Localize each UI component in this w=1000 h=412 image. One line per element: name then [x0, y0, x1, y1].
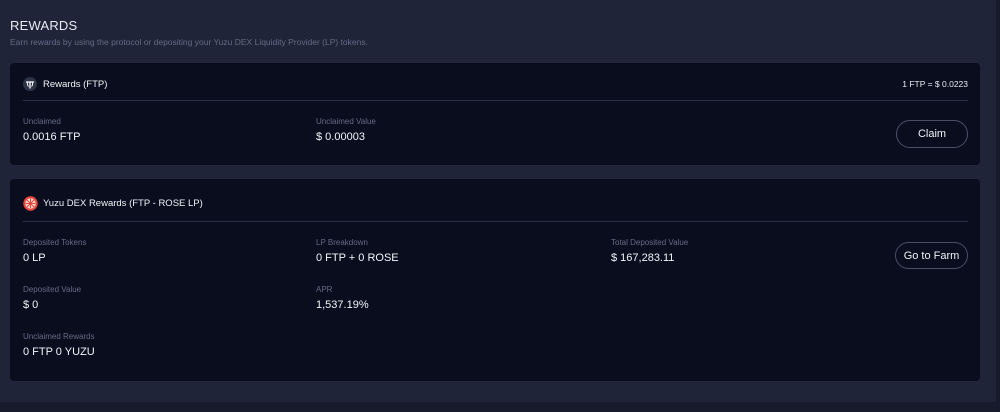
apr-field: APR 1,537.19% [316, 285, 369, 311]
total-deposited-label: Total Deposited Value [611, 238, 689, 247]
yuzu-rewards-header: Yuzu DEX Rewards (FTP - ROSE LP) [23, 179, 968, 222]
unclaimed-value-field: Unclaimed Value $ 0.00003 [316, 117, 376, 143]
right-edge [996, 0, 1000, 412]
lp-breakdown-value: 0 FTP + 0 ROSE [316, 252, 399, 264]
unclaimed-value-amount: $ 0.00003 [316, 131, 365, 143]
deposited-tokens-field: Deposited Tokens 0 LP [23, 238, 86, 264]
unclaimed-rewards-label: Unclaimed Rewards [23, 332, 95, 341]
yuzu-rewards-title: Yuzu DEX Rewards (FTP - ROSE LP) [43, 198, 203, 209]
claim-button[interactable]: Claim [896, 120, 968, 148]
apr-value: 1,537.19% [316, 299, 369, 311]
ftp-token-icon [23, 77, 37, 91]
total-deposited-field: Total Deposited Value $ 167,283.11 [611, 238, 688, 264]
deposited-tokens-value: 0 LP [23, 252, 46, 264]
ftp-exchange-rate: 1 FTP = $ 0.0223 [902, 79, 968, 89]
deposited-value-field: Deposited Value $ 0 [23, 285, 81, 311]
yuzu-rewards-card: Yuzu DEX Rewards (FTP - ROSE LP) Deposit… [10, 179, 980, 381]
bottom-edge [0, 402, 1000, 412]
page-title: REWARDS [10, 18, 78, 33]
unclaimed-rewards-value: 0 FTP 0 YUZU [23, 346, 95, 358]
ftp-rewards-title: Rewards (FTP) [43, 79, 108, 90]
page-subtitle: Earn rewards by using the protocol or de… [10, 37, 368, 47]
lp-breakdown-label: LP Breakdown [316, 238, 368, 247]
unclaimed-rewards-field: Unclaimed Rewards 0 FTP 0 YUZU [23, 332, 95, 358]
deposited-value-label: Deposited Value [23, 285, 82, 294]
apr-label: APR [316, 285, 333, 294]
rewards-page: REWARDS Earn rewards by using the protoc… [0, 0, 1000, 412]
total-deposited-value: $ 167,283.11 [611, 252, 675, 264]
deposited-tokens-label: Deposited Tokens [23, 238, 87, 247]
yuzu-fruit-icon [23, 196, 38, 211]
unclaimed-value: 0.0016 FTP [23, 131, 81, 143]
ftp-rewards-card: Rewards (FTP) 1 FTP = $ 0.0223 Unclaimed… [10, 63, 980, 165]
unclaimed-field: Unclaimed 0.0016 FTP [23, 117, 80, 143]
go-to-farm-button[interactable]: Go to Farm [895, 242, 968, 269]
ftp-rewards-header: Rewards (FTP) 1 FTP = $ 0.0223 [23, 63, 968, 101]
unclaimed-value-label: Unclaimed Value [316, 117, 376, 126]
lp-breakdown-field: LP Breakdown 0 FTP + 0 ROSE [316, 238, 399, 264]
unclaimed-label: Unclaimed [23, 117, 61, 126]
deposited-value-value: $ 0 [23, 299, 39, 311]
